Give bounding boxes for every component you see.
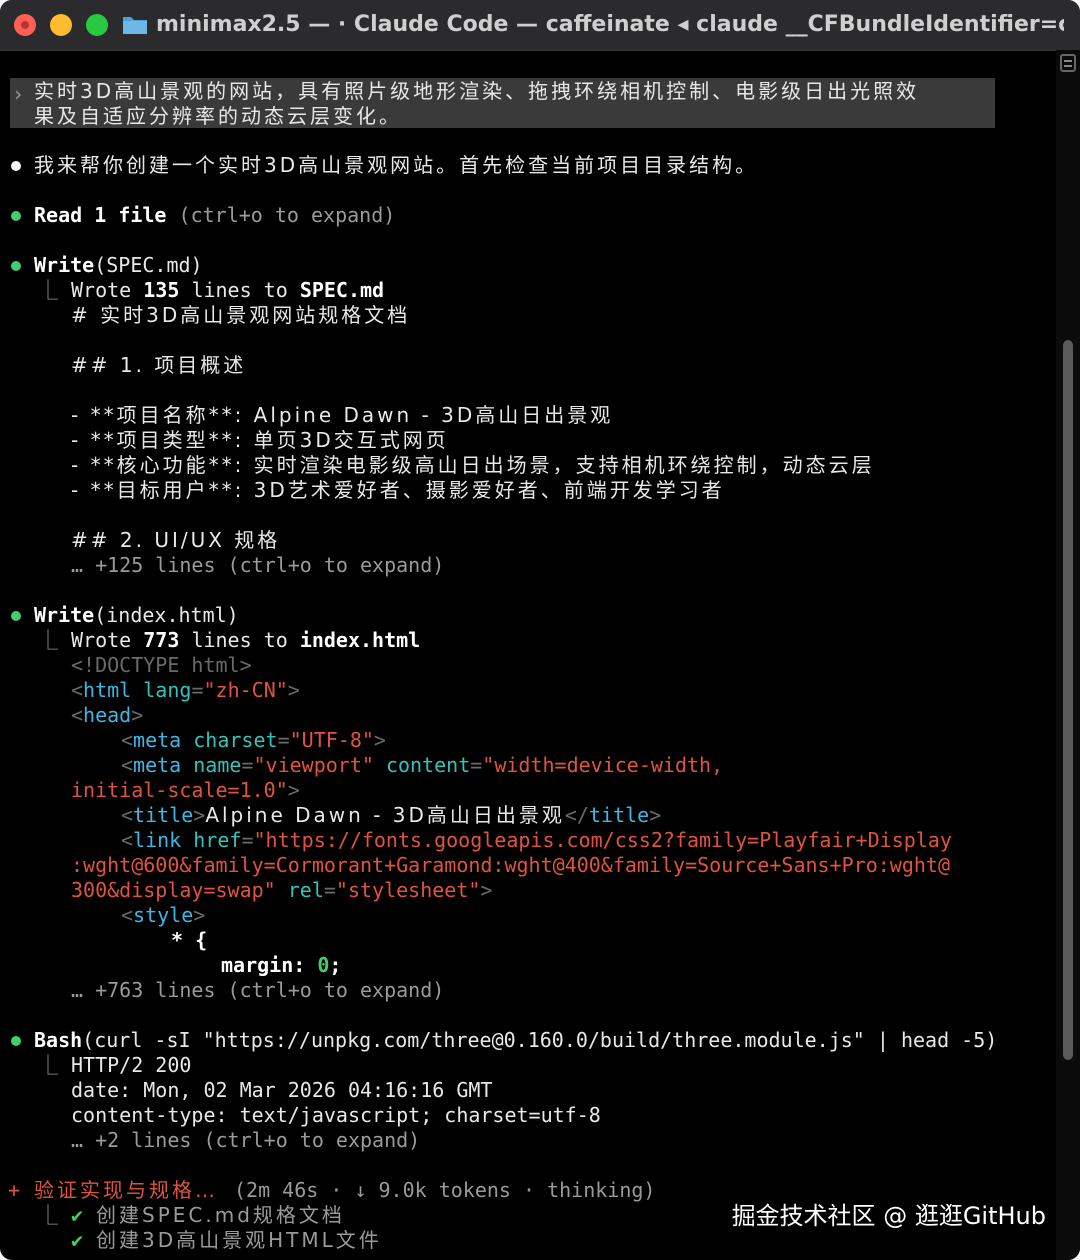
code-line: :wght@600&family=Cormorant+Garamond:wght… <box>71 853 950 877</box>
write-index-tool[interactable]: Write(index.html) <box>34 603 239 628</box>
folder-icon <box>123 17 147 34</box>
bash-output-line: HTTP/2 200 <box>71 1053 192 1077</box>
assistant-message: 我来帮你创建一个实时3D高山景观网站。首先检查当前项目目录结构。 <box>34 153 759 177</box>
write-index-result: Wrote 773 lines to index.html <box>71 628 420 653</box>
lines-count: 135 <box>143 278 180 302</box>
code-line: margin: 0; <box>221 953 342 977</box>
file-count: 1 <box>94 203 107 227</box>
spec-preview-line: - **项目名称**: Alpine Dawn - 3D高山日出景观 <box>71 403 614 427</box>
expand-hint: (ctrl+o to expand) <box>178 203 396 227</box>
code-line: <meta name="viewport" content="width=dev… <box>121 753 724 777</box>
minimize-button[interactable] <box>50 14 72 36</box>
code-line: <head> <box>71 703 144 727</box>
spec-preview-line: # 实时3D高山景观网站规格文档 <box>71 303 411 327</box>
result-file: index.html <box>299 628 421 652</box>
expand-hint[interactable]: … +763 lines (ctrl+o to expand) <box>71 978 444 1003</box>
spec-preview-line: - **核心功能**: 实时渲染电影级高山日出场景，支持相机环绕控制，动态云层 <box>71 453 875 477</box>
window-title: minimax2.5 — · Claude Code — caffeinate … <box>156 12 1064 37</box>
status-dot-icon <box>11 1036 21 1046</box>
tool-arg: (curl -sI "https://unpkg.com/three@0.160… <box>82 1028 998 1052</box>
expand-hint[interactable]: … +125 lines (ctrl+o to expand) <box>71 553 444 578</box>
spec-preview-line: - **目标用户**: 3D艺术爱好者、摄影爱好者、前端开发学习者 <box>71 478 725 502</box>
todo-item: 创建SPEC.md规格文档 <box>96 1203 345 1227</box>
code-line: <link href="https://fonts.googleapis.com… <box>121 828 952 852</box>
terminal-content[interactable]: › 实时3D高山景观的网站，具有照片级地形渲染、拖拽环绕相机控制、电影级日出光照… <box>0 50 1056 1260</box>
result-file: SPEC.md <box>299 278 385 302</box>
close-button[interactable] <box>14 14 36 36</box>
status-dot-icon <box>11 211 21 221</box>
result-mid: lines to <box>191 278 288 302</box>
result-branch-icon: ⎿ <box>38 1203 58 1227</box>
spec-preview-line: - **项目类型**: 单页3D交互式网页 <box>71 428 449 452</box>
write-spec-tool[interactable]: Write(SPEC.md) <box>34 253 203 278</box>
check-icon: ✔ <box>71 1203 84 1227</box>
spinner-icon: + <box>8 1178 21 1202</box>
zoom-button[interactable] <box>86 14 108 36</box>
code-line: <html lang="zh-CN"> <box>71 678 300 702</box>
terminal-window: minimax2.5 — · Claude Code — caffeinate … <box>0 0 1080 1260</box>
result-branch-icon: ⎿ <box>38 628 58 652</box>
write-spec-result: Wrote 135 lines to SPEC.md <box>71 278 384 303</box>
tool-name: Write <box>34 603 95 627</box>
spec-preview-line: ## 2. UI/UX 规格 <box>71 528 281 552</box>
bash-tool[interactable]: Bash(curl -sI "https://unpkg.com/three@0… <box>34 1028 997 1053</box>
read-tool-line[interactable]: Read 1 file (ctrl+o to expand) <box>34 203 395 228</box>
lines-count: 773 <box>143 628 180 652</box>
expand-hint[interactable]: … +2 lines (ctrl+o to expand) <box>71 1128 420 1153</box>
result-mid: lines to <box>191 628 288 652</box>
spec-preview-line: ## 1. 项目概述 <box>71 353 247 377</box>
status-dot-icon <box>11 611 21 621</box>
tool-arg: (SPEC.md) <box>94 253 203 277</box>
bullet-icon <box>11 161 21 171</box>
tool-name: Bash <box>34 1028 83 1052</box>
prompt-line-2: 果及自适应分辨率的动态云层变化。 <box>34 104 402 128</box>
result-prefix: Wrote <box>71 628 132 652</box>
result-branch-icon: ⎿ <box>38 1053 58 1077</box>
scrollbar-thumb[interactable] <box>1063 340 1073 1060</box>
prompt-chevron-icon: › <box>12 82 25 106</box>
bash-output-line: date: Mon, 02 Mar 2026 04:16:16 GMT <box>71 1078 493 1102</box>
current-task: 验证实现与规格… <box>34 1178 218 1202</box>
code-line: initial-scale=1.0"> <box>71 778 300 802</box>
result-prefix: Wrote <box>71 278 132 302</box>
task-meta: (2m 46s · ↓ 9.0k tokens · thinking) <box>234 1178 656 1202</box>
status-dot-icon <box>11 261 21 271</box>
title-bar: minimax2.5 — · Claude Code — caffeinate … <box>0 0 1080 51</box>
file-word: file <box>118 203 167 227</box>
code-line: 300&display=swap" rel="stylesheet"> <box>71 878 493 902</box>
code-line: * { <box>171 928 208 952</box>
code-line: <style> <box>121 903 206 927</box>
scrollbar-menu-icon[interactable] <box>1060 54 1076 72</box>
code-line: <!DOCTYPE html> <box>71 653 252 677</box>
prompt-line-1: 实时3D高山景观的网站，具有照片级地形渲染、拖拽环绕相机控制、电影级日出光照效 <box>34 79 920 103</box>
code-line: <meta charset="UTF-8"> <box>121 728 386 752</box>
code-line: <title>Alpine Dawn - 3D高山日出景观</title> <box>121 803 662 827</box>
tool-name: Read <box>34 203 83 227</box>
tool-arg: (index.html) <box>94 603 239 627</box>
bash-output-line: content-type: text/javascript; charset=u… <box>71 1103 601 1127</box>
tool-name: Write <box>34 253 95 277</box>
result-branch-icon: ⎿ <box>38 278 58 302</box>
check-icon: ✔ <box>71 1228 84 1252</box>
todo-item: 创建3D高山景观HTML文件 <box>96 1228 382 1252</box>
watermark: 掘金技术社区 @ 逛逛GitHub <box>731 1202 1046 1230</box>
